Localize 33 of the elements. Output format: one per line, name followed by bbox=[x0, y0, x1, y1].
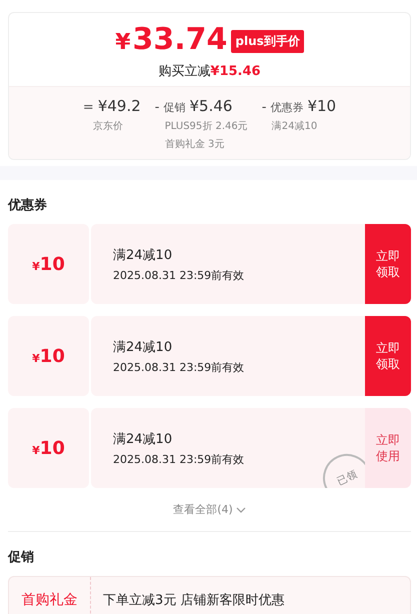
coupon-validity: 2025.08.31 23:59前有效 bbox=[113, 268, 244, 282]
promotion-text: 下单立减3元 店铺新客限时优惠 bbox=[102, 592, 284, 609]
coupon-condition: 满24减10 bbox=[113, 338, 174, 356]
coupon-button[interactable]: 立即领取 bbox=[365, 224, 411, 304]
operator: - bbox=[262, 100, 266, 115]
section-title: 优惠券 bbox=[8, 197, 48, 215]
view-all-link[interactable]: 查看全部(4) bbox=[171, 500, 248, 519]
coupon-amount: ¥10 bbox=[32, 254, 65, 274]
coupon-button[interactable]: 立即领取 bbox=[365, 316, 411, 396]
breakdown-amount: ¥10 bbox=[307, 97, 336, 115]
chevron-down-icon bbox=[236, 506, 246, 512]
coupon-validity: 2025.08.31 23:59前有效 bbox=[113, 452, 244, 466]
operator: - bbox=[154, 100, 160, 115]
breakdown-label: 促销 bbox=[163, 100, 186, 115]
breakdown-note: 首购礼金 3元 bbox=[164, 138, 224, 151]
saving-text: 购买立减¥15.46 bbox=[158, 63, 261, 80]
breakdown-note: 京东价 bbox=[92, 120, 123, 133]
breakdown-note: 满24减10 bbox=[272, 120, 318, 133]
operator: = bbox=[82, 100, 94, 115]
coupon-condition: 满24减10 bbox=[113, 246, 174, 264]
price-tag: plus到手价 bbox=[231, 30, 304, 53]
coupon-condition: 满24减10 bbox=[113, 430, 174, 448]
breakdown-note: PLUS95折 2.46元 bbox=[164, 120, 248, 133]
coupon-validity: 2025.08.31 23:59前有效 bbox=[113, 360, 244, 374]
coupon-button[interactable]: 立即使用 bbox=[365, 408, 411, 488]
breakdown-amount: ¥49.2 bbox=[98, 97, 141, 115]
section-title: 促销 bbox=[8, 549, 35, 567]
promotion-tag: 首购礼金 bbox=[22, 591, 78, 609]
breakdown-label: 优惠券 bbox=[270, 100, 304, 115]
coupon-amount: ¥10 bbox=[32, 438, 65, 458]
breakdown-amount: ¥5.46 bbox=[189, 97, 232, 115]
coupon-amount: ¥10 bbox=[32, 346, 65, 366]
final-price: ¥33.74 bbox=[115, 23, 228, 59]
